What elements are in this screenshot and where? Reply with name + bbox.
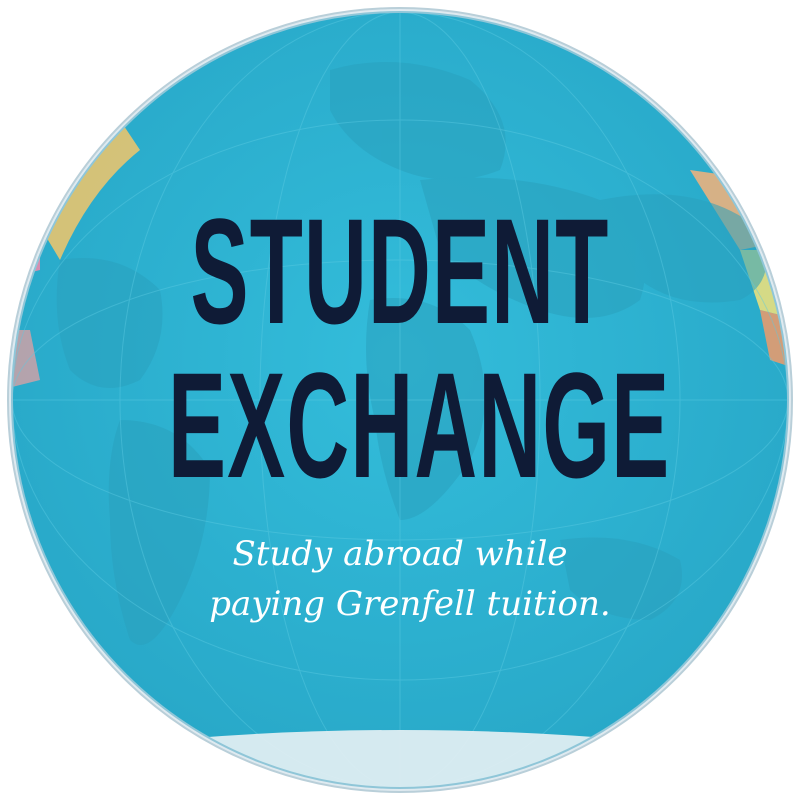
tagline-line-1: Study abroad while [232, 534, 568, 574]
student-exchange-badge: STUDENT EXCHANGE Study abroad while payi… [0, 0, 800, 800]
headline-student: STUDENT [190, 187, 610, 355]
tagline-line-2: paying Grenfell tuition. [209, 584, 611, 624]
headline-exchange: EXCHANGE [168, 341, 671, 509]
